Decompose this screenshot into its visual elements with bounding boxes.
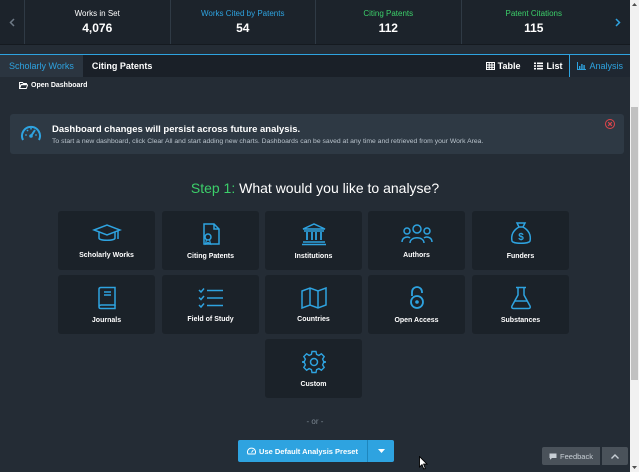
stat-label: Works in Set	[74, 9, 120, 18]
tile-field-of-study[interactable]: Field of Study	[162, 275, 259, 334]
map-icon	[300, 286, 327, 309]
mouse-cursor-icon	[419, 456, 428, 470]
tile-label: Funders	[506, 253, 535, 260]
open-dashboard-label: Open Dashboard	[31, 82, 88, 89]
default-preset-button-group: Use Default Analysis Preset	[238, 440, 394, 462]
open-lock-icon	[409, 285, 424, 309]
list-view-label: List	[546, 61, 563, 71]
dashboard-gauge-icon	[21, 125, 41, 141]
tile-substances[interactable]: Substances	[472, 275, 569, 334]
chevron-right-icon	[615, 17, 621, 27]
tile-label: Substances	[500, 316, 541, 324]
stats-next-button[interactable]	[606, 0, 630, 44]
dashboard-info-banner: Dashboard changes will persist across fu…	[10, 114, 624, 154]
preset-dropdown-button[interactable]	[367, 440, 394, 462]
analysis-view-label: Analysis	[589, 61, 623, 71]
tile-label: Countries	[297, 315, 330, 323]
svg-text:$: $	[518, 232, 524, 243]
analysis-view-button[interactable]: Analysis	[569, 55, 630, 77]
tile-institutions[interactable]: Institutions	[265, 211, 362, 270]
step-number: Step 1:	[190, 180, 236, 196]
feedback-button[interactable]: Feedback	[542, 447, 600, 465]
stat-patent-citations[interactable]: Patent Citations 115	[460, 0, 607, 44]
triangle-up-icon	[632, 3, 637, 6]
tile-authors[interactable]: Authors	[368, 211, 465, 270]
use-default-preset-button[interactable]: Use Default Analysis Preset	[238, 440, 367, 462]
stat-value: 4,076	[82, 21, 113, 35]
tile-scholarly-works[interactable]: Scholarly Works	[58, 211, 155, 270]
tab-citing-patents[interactable]: Citing Patents	[82, 55, 162, 77]
stat-label: Citing Patents	[363, 9, 414, 18]
caret-down-icon	[377, 449, 385, 453]
graduation-cap-icon	[91, 223, 122, 241]
money-bag-icon: $	[510, 222, 531, 244]
scroll-up-arrow[interactable]	[630, 0, 639, 9]
tile-journals[interactable]: Journals	[58, 275, 155, 334]
tile-label: Citing Patents	[186, 252, 235, 260]
book-icon	[97, 286, 116, 309]
flask-icon	[510, 286, 531, 309]
scroll-to-top-button[interactable]	[602, 447, 628, 465]
table-icon	[485, 62, 495, 70]
tab-scholarly-works[interactable]: Scholarly Works	[0, 55, 83, 77]
tile-countries[interactable]: Countries	[265, 275, 362, 334]
tile-label: Custom	[300, 380, 327, 388]
step-heading: Step 1: What would you like to analyse?	[0, 180, 630, 196]
tile-citing-patents[interactable]: Citing Patents	[162, 211, 259, 270]
stat-value: 112	[378, 21, 398, 35]
comment-icon	[549, 453, 557, 460]
stats-bar: Works in Set 4,076 Works Cited by Patent…	[0, 0, 630, 45]
stat-citing-patents[interactable]: Citing Patents 112	[315, 0, 461, 44]
stat-label: Patent Citations	[505, 9, 562, 18]
stat-value: 54	[236, 21, 250, 35]
feedback-label: Feedback	[560, 451, 593, 461]
checklist-icon	[197, 287, 223, 308]
dashboard-gauge-icon	[247, 447, 257, 455]
tile-label: Field of Study	[187, 315, 234, 323]
page-scrollbar[interactable]	[630, 0, 639, 472]
list-icon	[534, 62, 544, 70]
tile-custom[interactable]: Custom	[265, 339, 362, 398]
tile-open-access[interactable]: Open Access	[368, 275, 465, 334]
scrollbar-thumb[interactable]	[631, 107, 638, 380]
stat-label: Works Cited by Patents	[201, 9, 285, 18]
tile-label: Journals	[91, 316, 122, 324]
banner-subtitle: To start a new dashboard, click Clear Al…	[52, 137, 484, 145]
chevron-up-icon	[611, 453, 619, 459]
tile-funders[interactable]: $ Funders	[472, 211, 569, 270]
use-default-preset-label: Use Default Analysis Preset	[259, 446, 358, 456]
tile-label: Open Access	[394, 316, 439, 324]
chevron-left-icon	[9, 17, 15, 27]
folder-open-icon	[19, 82, 28, 89]
results-tabs: Scholarly Works Citing Patents Table Lis…	[0, 54, 630, 77]
table-view-label: Table	[497, 61, 521, 71]
or-divider: - or -	[306, 417, 324, 426]
banner-title: Dashboard changes will persist across fu…	[52, 123, 301, 135]
users-icon	[400, 223, 433, 243]
scroll-down-arrow[interactable]	[630, 463, 639, 472]
certificate-icon	[202, 222, 220, 245]
stat-value: 115	[524, 21, 544, 35]
stat-works-in-set[interactable]: Works in Set 4,076	[24, 0, 170, 44]
stat-works-cited-by-patents[interactable]: Works Cited by Patents 54	[169, 0, 316, 44]
step-question: What would you like to analyse?	[235, 180, 440, 196]
table-view-button[interactable]: Table	[479, 55, 528, 77]
institution-icon	[301, 222, 326, 245]
tile-label: Scholarly Works	[79, 251, 134, 259]
open-dashboard-link[interactable]: Open Dashboard	[19, 82, 87, 89]
gear-icon	[301, 350, 326, 373]
list-view-button[interactable]: List	[527, 55, 569, 77]
triangle-down-icon	[632, 466, 637, 469]
tile-label: Authors	[403, 251, 430, 259]
tile-label: Institutions	[294, 252, 333, 260]
close-banner-icon[interactable]	[605, 119, 615, 129]
bar-chart-icon	[577, 62, 587, 70]
stats-prev-button[interactable]	[0, 0, 24, 44]
